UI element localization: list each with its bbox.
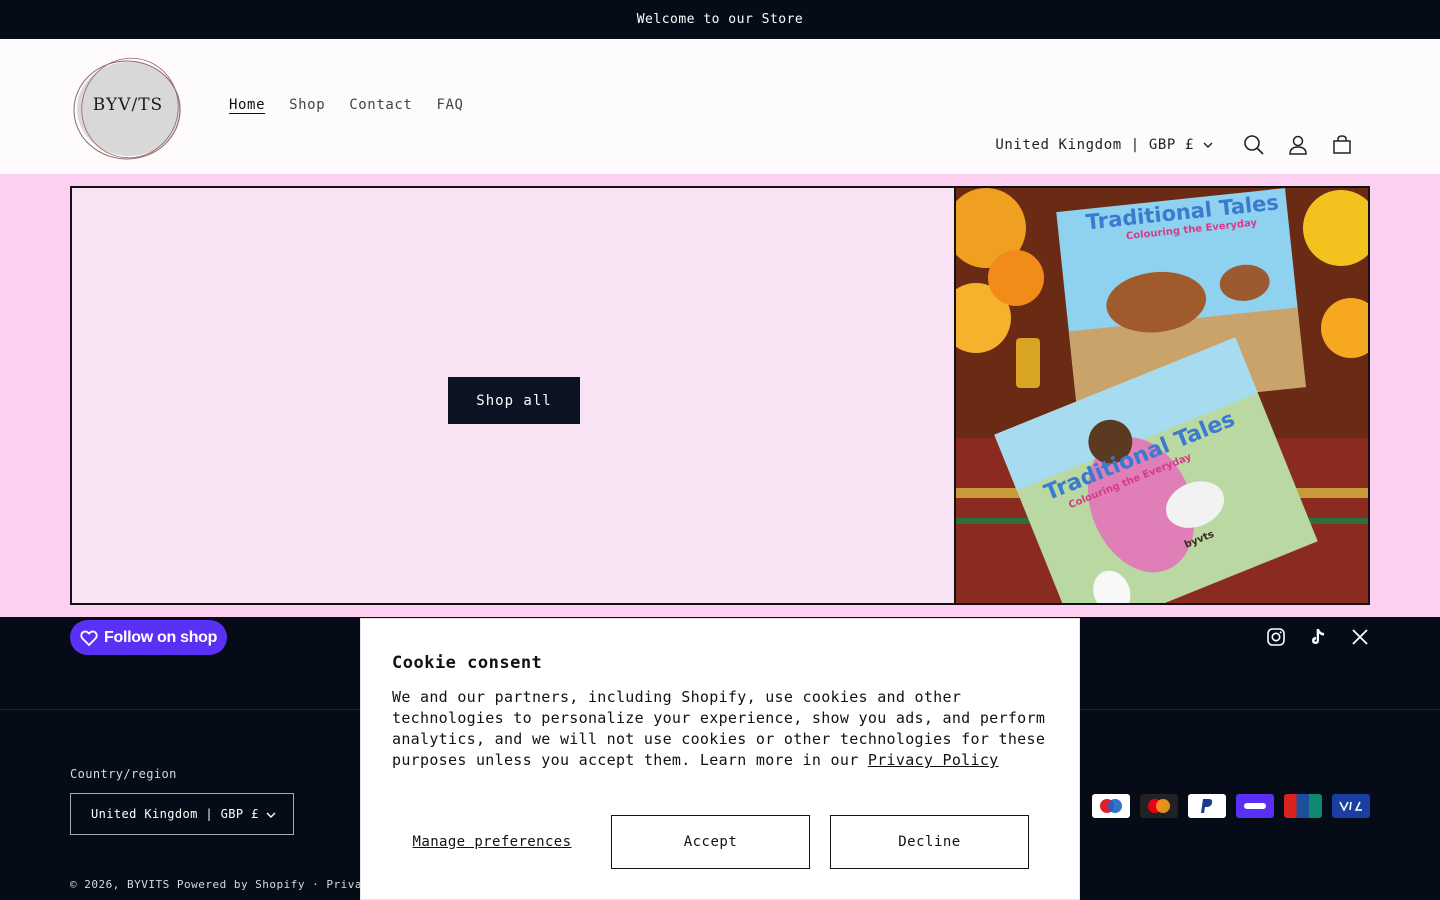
- unionpay-icon: [1284, 794, 1322, 818]
- decline-button[interactable]: Decline: [830, 815, 1029, 869]
- locale-label: United Kingdom | GBP £: [995, 137, 1194, 153]
- social-links: [1266, 627, 1370, 647]
- instagram-icon[interactable]: [1266, 627, 1286, 647]
- hero-text-panel: Shop all: [72, 188, 956, 603]
- mastercard-icon: [1140, 794, 1178, 818]
- cookie-actions: Manage preferences Accept Decline: [392, 815, 1049, 869]
- country-region-value: United Kingdom | GBP £: [91, 807, 259, 821]
- country-region-selector[interactable]: United Kingdom | GBP £: [70, 793, 294, 835]
- cookie-title: Cookie consent: [392, 653, 543, 673]
- hero-product-image: Traditional Tales Colouring the Everyday…: [956, 188, 1368, 603]
- nav-contact[interactable]: Contact: [349, 97, 412, 113]
- visa-icon: [1332, 794, 1370, 818]
- payment-methods: [1092, 794, 1370, 818]
- x-icon[interactable]: [1350, 627, 1370, 647]
- heart-icon: [80, 630, 98, 646]
- chevron-down-icon: [266, 812, 276, 818]
- search-icon[interactable]: [1232, 123, 1276, 167]
- paypal-icon: [1188, 794, 1226, 818]
- maestro-icon: [1092, 794, 1130, 818]
- shop-pay-icon: [1236, 794, 1274, 818]
- announcement-bar: Welcome to our Store: [0, 0, 1440, 39]
- manage-preferences-button[interactable]: Manage preferences: [392, 833, 592, 852]
- account-icon[interactable]: [1276, 123, 1320, 167]
- chevron-down-icon: [1203, 142, 1213, 148]
- header-actions: United Kingdom | GBP £: [995, 123, 1364, 167]
- accept-button[interactable]: Accept: [611, 815, 810, 869]
- privacy-policy-link[interactable]: Privacy Policy: [868, 751, 999, 769]
- country-region-label: Country/region: [70, 767, 177, 781]
- product-photo-illustration: Traditional Tales Colouring the Everyday…: [956, 188, 1368, 603]
- nav-faq[interactable]: FAQ: [436, 97, 463, 113]
- site-header: BYV/TS Home Shop Contact FAQ United King…: [0, 39, 1440, 174]
- follow-label: Follow on shop: [104, 628, 218, 646]
- tiktok-icon[interactable]: [1308, 627, 1328, 647]
- shop-all-button[interactable]: Shop all: [448, 377, 580, 424]
- hero-banner: Shop all Traditional Tales Colouring the…: [70, 186, 1370, 605]
- logo-text: BYV/TS: [92, 95, 164, 115]
- cookie-consent-dialog: Cookie consent We and our partners, incl…: [360, 618, 1080, 900]
- announcement-text: Welcome to our Store: [636, 12, 804, 27]
- locale-selector[interactable]: United Kingdom | GBP £: [995, 137, 1214, 153]
- follow-on-shop-button[interactable]: Follow on shop: [70, 620, 227, 655]
- store-logo[interactable]: BYV/TS: [72, 57, 184, 161]
- nav-home[interactable]: Home: [229, 97, 265, 113]
- main-nav: Home Shop Contact FAQ: [229, 97, 464, 113]
- nav-shop[interactable]: Shop: [289, 97, 325, 113]
- copyright-text: © 2026, BYVITS Powered by Shopify · Priv…: [70, 878, 377, 891]
- cart-icon[interactable]: [1320, 123, 1364, 167]
- cookie-body: We and our partners, including Shopify, …: [392, 687, 1052, 771]
